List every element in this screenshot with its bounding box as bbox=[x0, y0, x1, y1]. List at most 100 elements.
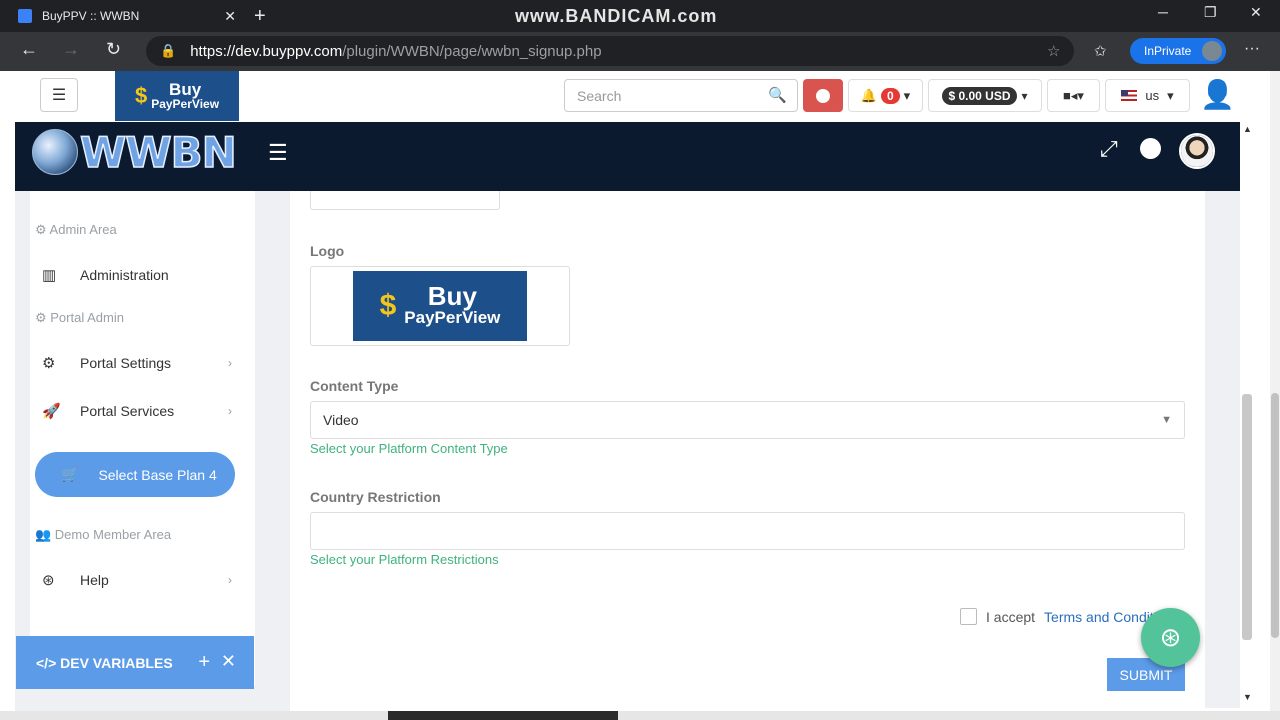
camera-menu-button[interactable]: ■◂ ▾ bbox=[1047, 79, 1100, 112]
content-scrollbar[interactable]: ▲ ▼ bbox=[1240, 122, 1256, 712]
back-button[interactable]: ← bbox=[20, 39, 38, 60]
inprivate-badge[interactable]: InPrivate bbox=[1130, 38, 1226, 64]
close-window-button[interactable]: ✕ bbox=[1250, 4, 1262, 21]
terms-prefix: I accept bbox=[986, 608, 1036, 625]
chevron-down-icon: ▾ bbox=[903, 87, 911, 103]
chevron-right-icon: › bbox=[228, 404, 232, 418]
inprivate-label: InPrivate bbox=[1144, 44, 1192, 58]
avatar-image bbox=[1181, 135, 1213, 167]
sidebar-item-help[interactable]: ⊛ Help › bbox=[42, 571, 232, 589]
wwbn-logo[interactable]: WWBN bbox=[32, 127, 238, 178]
record-button[interactable] bbox=[803, 79, 843, 112]
lifebuoy-icon: ⊛ bbox=[42, 572, 55, 589]
logo-preview-image: $ Buy PayPerView bbox=[353, 271, 527, 341]
address-bar[interactable]: 🔒 https://dev.buyppv.com/plugin/WWBN/pag… bbox=[146, 36, 1074, 66]
content-gutter bbox=[1205, 191, 1240, 708]
globe-icon[interactable] bbox=[1140, 138, 1161, 159]
tab-title: BuyPPV :: WWBN bbox=[42, 9, 140, 23]
plus-icon[interactable]: + bbox=[198, 651, 210, 674]
sidebar-item-portal-settings[interactable]: ⚙ Portal Settings › bbox=[42, 354, 232, 372]
sidebar-item-label: Portal Services bbox=[80, 403, 175, 419]
terms-checkbox[interactable] bbox=[960, 608, 977, 625]
language-selector[interactable]: us ▾ bbox=[1105, 79, 1190, 112]
wwbn-brand-text: WWBN bbox=[79, 127, 237, 178]
select-base-plan-button[interactable]: 🛒 Select Base Plan 4 bbox=[35, 452, 235, 497]
globe-logo-icon bbox=[32, 129, 78, 175]
search-placeholder: Search bbox=[577, 87, 622, 104]
tab-favicon-icon bbox=[18, 9, 32, 23]
bell-icon: 🔔 bbox=[860, 87, 877, 103]
scroll-down-icon[interactable]: ▼ bbox=[1243, 692, 1252, 702]
tab-close-icon[interactable]: ✕ bbox=[224, 8, 236, 25]
forward-button[interactable]: → bbox=[62, 39, 80, 60]
refresh-button[interactable]: ↻ bbox=[106, 39, 121, 60]
notification-count-badge: 0 bbox=[880, 87, 900, 104]
dollar-cursor-icon: $ bbox=[379, 289, 397, 322]
country-restriction-help: Select your Platform Restrictions bbox=[310, 552, 499, 567]
sidebar-item-label: Administration bbox=[80, 267, 169, 283]
cart-icon: 🛒 bbox=[61, 466, 79, 482]
gear-icon: ⚙ bbox=[42, 355, 56, 372]
notifications-button[interactable]: 🔔 0 ▾ bbox=[848, 79, 923, 112]
sliders-icon: ▥ bbox=[42, 267, 57, 284]
taskbar bbox=[0, 711, 1280, 720]
bookmark-star-icon[interactable]: ☆ bbox=[1047, 42, 1060, 60]
browser-tab[interactable]: BuyPPV :: WWBN ✕ bbox=[8, 0, 246, 32]
url-path: /plugin/WWBN/page/wwbn_signup.php bbox=[342, 42, 602, 60]
record-icon bbox=[816, 88, 830, 103]
sidebar-item-portal-services[interactable]: 🚀 Portal Services › bbox=[42, 402, 232, 420]
content-scrollbar-thumb[interactable] bbox=[1242, 394, 1252, 640]
rocket-icon: 🚀 bbox=[42, 403, 61, 420]
us-flag-icon bbox=[1121, 90, 1138, 101]
dev-variables-panel[interactable]: </> DEV VARIABLES + ✕ bbox=[16, 636, 254, 689]
taskbar-active-segment bbox=[388, 711, 618, 720]
chevron-right-icon: › bbox=[228, 356, 232, 370]
terms-acceptance: I accept Terms and Conditions bbox=[960, 608, 1160, 625]
lock-icon: 🔒 bbox=[160, 43, 177, 58]
more-menu-icon[interactable]: ··· bbox=[1244, 40, 1260, 58]
fullscreen-icon[interactable]: ⤢ bbox=[1100, 136, 1118, 162]
page-scrollbar[interactable] bbox=[1270, 71, 1280, 720]
content-type-label: Content Type bbox=[310, 378, 399, 394]
balance-value: $ 0.00 USD bbox=[942, 86, 1017, 105]
content-type-value: Video bbox=[323, 412, 359, 428]
minimize-button[interactable]: ─ bbox=[1158, 4, 1168, 20]
logo-line1: Buy bbox=[169, 79, 202, 99]
support-lifebuoy-icon[interactable]: ⊛ bbox=[1141, 608, 1200, 667]
video-camera-icon: ■◂ bbox=[1063, 87, 1078, 103]
user-avatar[interactable] bbox=[1179, 133, 1215, 169]
scroll-up-icon[interactable]: ▲ bbox=[1243, 124, 1252, 134]
url-domain: https://dev.buyppv.com bbox=[190, 42, 343, 60]
chevron-down-icon: ▾ bbox=[1021, 88, 1028, 103]
user-profile-icon[interactable]: 👤 bbox=[1200, 78, 1235, 112]
header-menu-button[interactable]: ☰ bbox=[40, 78, 78, 112]
section-portal-admin: ⚙ Portal Admin bbox=[35, 310, 124, 325]
favorites-icon[interactable]: ✩ bbox=[1094, 42, 1107, 60]
content-type-select[interactable]: Video ▼ bbox=[310, 401, 1185, 439]
sidebar-item-label: Portal Settings bbox=[80, 355, 172, 371]
maximize-button[interactable]: ❐ bbox=[1204, 4, 1217, 21]
buyppv-logo[interactable]: $ Buy PayPerView bbox=[115, 71, 239, 121]
scrollbar-thumb[interactable] bbox=[1271, 393, 1279, 638]
dev-variables-label: </> DEV VARIABLES bbox=[36, 654, 173, 671]
section-demo-member-area: 👥 Demo Member Area bbox=[35, 527, 172, 542]
search-input[interactable]: Search 🔍 bbox=[564, 79, 798, 112]
previous-field-input[interactable] bbox=[310, 191, 500, 210]
sidebar-item-administration[interactable]: ▥ Administration bbox=[42, 266, 232, 284]
close-icon[interactable]: ✕ bbox=[221, 651, 236, 672]
content-type-help: Select your Platform Content Type bbox=[310, 441, 508, 456]
logo-preview-line1: Buy bbox=[427, 281, 477, 311]
logo-line2: PayPerView bbox=[151, 96, 220, 111]
recording-watermark: www.BANDICAM.com bbox=[515, 6, 718, 26]
terms-link[interactable]: Terms and Conditions bbox=[1044, 609, 1160, 625]
sidebar-toggle-icon[interactable]: ☰ bbox=[268, 140, 288, 166]
chevron-down-icon: ▼ bbox=[1161, 414, 1172, 426]
dollar-cursor-icon: $ bbox=[134, 83, 148, 108]
country-restriction-input[interactable] bbox=[310, 512, 1185, 550]
balance-button[interactable]: $ 0.00 USD ▾ bbox=[928, 79, 1042, 112]
chevron-right-icon: › bbox=[228, 573, 232, 587]
search-icon[interactable]: 🔍 bbox=[768, 86, 787, 104]
plan-button-label: Select Base Plan 4 bbox=[98, 466, 217, 483]
new-tab-button[interactable]: + bbox=[254, 5, 266, 28]
section-admin-area: ⚙ Admin Area bbox=[35, 222, 117, 237]
